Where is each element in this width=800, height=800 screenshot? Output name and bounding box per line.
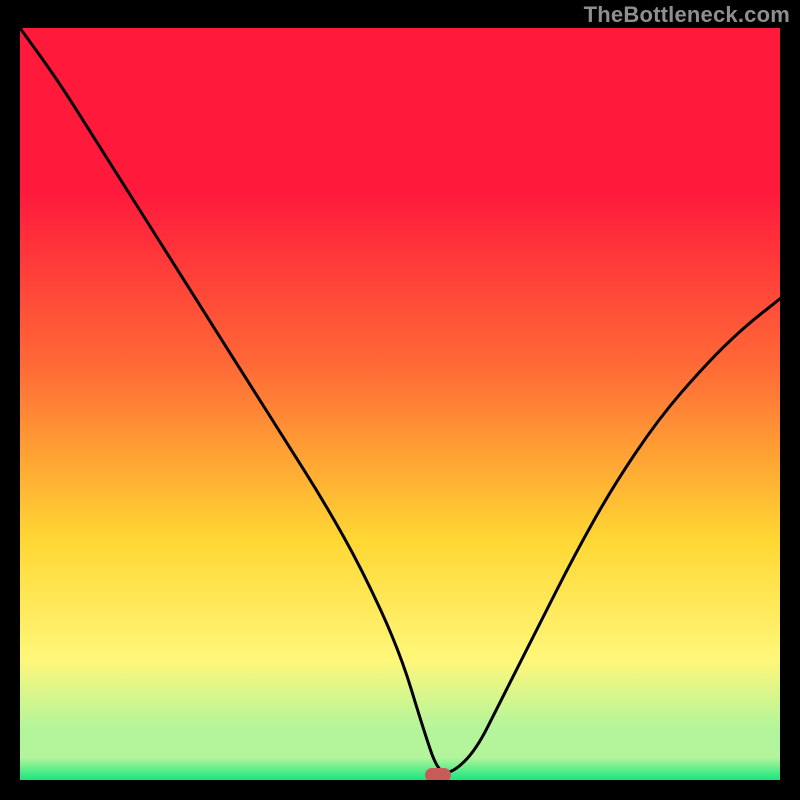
gradient-background — [20, 28, 780, 780]
chart-svg — [20, 28, 780, 780]
watermark-text: TheBottleneck.com — [584, 2, 790, 28]
chart-frame: TheBottleneck.com — [0, 0, 800, 800]
bottleneck-chart — [20, 28, 780, 780]
optimal-marker — [425, 768, 451, 780]
